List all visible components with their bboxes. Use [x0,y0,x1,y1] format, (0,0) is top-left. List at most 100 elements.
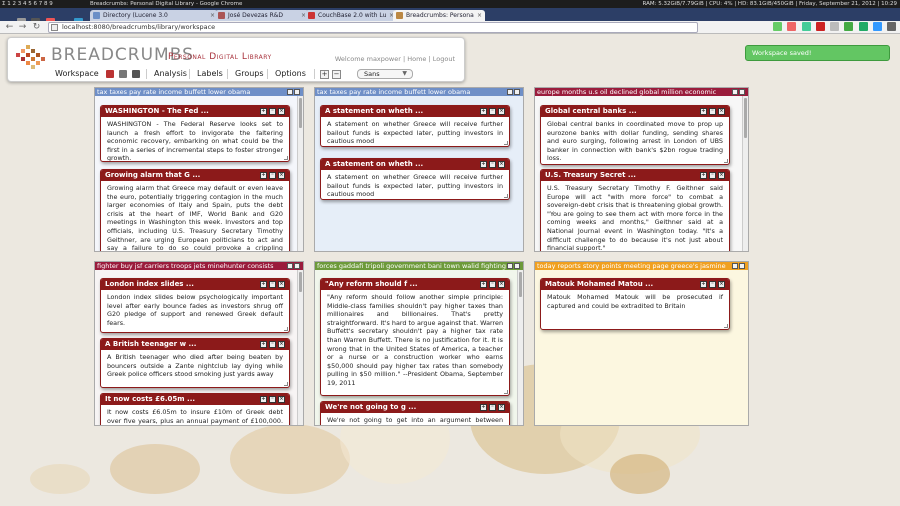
workspace-switcher[interactable]: Σ 1 2 3 4 5 6 7 8 9 [2,0,53,8]
settings-icon[interactable]: ◦ [269,341,276,348]
zoom-out-button[interactable]: − [332,70,341,79]
settings-icon[interactable]: ◦ [269,396,276,403]
document-card[interactable]: A British teenager w ... + ◦ × A British tee… [100,338,290,388]
document-card[interactable]: London index slides ... + ◦ × London index s… [100,278,290,333]
settings-icon[interactable]: ◦ [269,172,276,179]
add-icon[interactable]: + [260,108,267,115]
close-icon[interactable]: × [498,281,505,288]
extension-icon[interactable] [844,22,854,31]
column-header[interactable]: today reports story points meeting page … [535,262,748,270]
close-icon[interactable]: × [278,281,285,288]
document-card[interactable]: Global central banks ... + ◦ × Global centra… [540,105,730,165]
settings-icon[interactable]: ◦ [489,108,496,115]
document-card[interactable]: We're not going to g ... + ◦ × We're not goi… [320,401,510,425]
add-icon[interactable]: + [260,396,267,403]
column-header[interactable]: tax taxes pay rate income buffett lower … [315,88,523,96]
menu-labels[interactable]: Labels [197,68,223,80]
extension-icon[interactable] [773,22,783,31]
maximize-icon[interactable] [739,263,745,269]
maximize-icon[interactable] [739,89,745,95]
back-icon[interactable]: ← [4,22,15,33]
column-header[interactable]: fighter buy jsf carriers troops jets min… [95,262,303,270]
font-select[interactable]: Sans ▼ [357,69,413,79]
maximize-icon[interactable] [294,263,300,269]
close-icon[interactable]: × [718,108,725,115]
wrench-icon[interactable] [887,22,896,31]
add-icon[interactable]: + [700,172,707,179]
extension-icon[interactable] [801,22,811,31]
resize-handle[interactable] [504,390,508,394]
minimize-icon[interactable] [732,89,738,95]
add-icon[interactable]: + [700,281,707,288]
add-icon[interactable]: + [700,108,707,115]
document-card[interactable]: Matouk Mohamed Matou ... + ◦ × Matouk Mohame… [540,278,730,330]
column-header[interactable]: europe months u.s oil declined global mi… [535,88,748,96]
add-icon[interactable]: + [260,172,267,179]
document-card[interactable]: U.S. Treasury Secret ... + ◦ × U.S. Treasury… [540,169,730,251]
resize-handle[interactable] [284,156,288,160]
tab-close-icon[interactable]: × [477,10,482,21]
close-icon[interactable]: × [498,161,505,168]
add-icon[interactable]: + [260,341,267,348]
extension-icon[interactable] [872,22,882,31]
minimize-icon[interactable] [287,263,293,269]
document-card[interactable]: A statement on wheth ... + ◦ × A statement o… [320,105,510,147]
print-icon[interactable] [119,70,127,78]
home-link[interactable]: Home [407,55,426,63]
close-icon[interactable]: × [718,281,725,288]
delete-icon[interactable] [132,70,140,78]
add-icon[interactable]: + [480,404,487,411]
column-scrollbar[interactable] [742,96,748,251]
settings-icon[interactable]: ◦ [489,281,496,288]
close-icon[interactable]: × [498,108,505,115]
maximize-icon[interactable] [294,89,300,95]
close-icon[interactable]: × [278,108,285,115]
resize-handle[interactable] [504,194,508,198]
close-icon[interactable]: × [278,172,285,179]
menu-analysis[interactable]: Analysis [154,68,187,80]
settings-icon[interactable]: ◦ [269,108,276,115]
column-scrollbar[interactable] [517,270,523,425]
document-card[interactable]: WASHINGTON - The Fed ... + ◦ × WASHINGTON - … [100,105,290,162]
settings-icon[interactable]: ◦ [269,281,276,288]
minimize-icon[interactable] [507,263,513,269]
extension-icon[interactable] [787,22,797,31]
extension-icon[interactable] [830,22,840,31]
menu-groups[interactable]: Groups [235,68,264,80]
address-bar[interactable]: localhost:8080/breadcrumbs/library/works… [48,22,698,33]
maximize-icon[interactable] [514,263,520,269]
settings-icon[interactable]: ◦ [709,108,716,115]
document-card[interactable]: A statement on wheth ... + ◦ × A statement o… [320,158,510,200]
menu-workspace[interactable]: Workspace [55,68,99,80]
forward-icon[interactable]: → [17,22,28,33]
column-scrollbar[interactable] [297,270,303,425]
tab-devezas[interactable]: José Devezas R&D × [215,10,309,21]
add-icon[interactable]: + [480,108,487,115]
settings-icon[interactable]: ◦ [709,172,716,179]
close-icon[interactable]: × [278,341,285,348]
column-header[interactable]: tax taxes pay rate income buffett lower … [95,88,303,96]
minimize-icon[interactable] [287,89,293,95]
column-scrollbar[interactable] [297,96,303,251]
tab-directory[interactable]: Directory (Lucene 3.0 × [90,10,218,21]
extension-icon[interactable] [858,22,868,31]
maximize-icon[interactable] [514,89,520,95]
reload-icon[interactable]: ↻ [31,22,42,33]
add-icon[interactable]: + [480,281,487,288]
save-icon[interactable] [106,70,114,78]
resize-handle[interactable] [504,141,508,145]
logout-link[interactable]: Logout [433,55,455,63]
settings-icon[interactable]: ◦ [709,281,716,288]
column-header[interactable]: forces gaddafi tripoli government bani t… [315,262,523,270]
document-card[interactable]: It now costs £6.05m ... + ◦ × It now costs £… [100,393,290,425]
pinterest-icon[interactable] [815,22,825,31]
zoom-in-button[interactable]: + [320,70,329,79]
tab-couchbase[interactable]: CouchBase 2.0 with Lu × [305,10,397,21]
add-icon[interactable]: + [480,161,487,168]
document-card[interactable]: "Any reform should f ... + ◦ × "Any reform s… [320,278,510,396]
close-icon[interactable]: × [498,404,505,411]
menu-options[interactable]: Options [275,68,306,80]
resize-handle[interactable] [284,327,288,331]
minimize-icon[interactable] [507,89,513,95]
tab-breadcrumbs[interactable]: Breadcrumbs: Persona × [393,10,485,21]
